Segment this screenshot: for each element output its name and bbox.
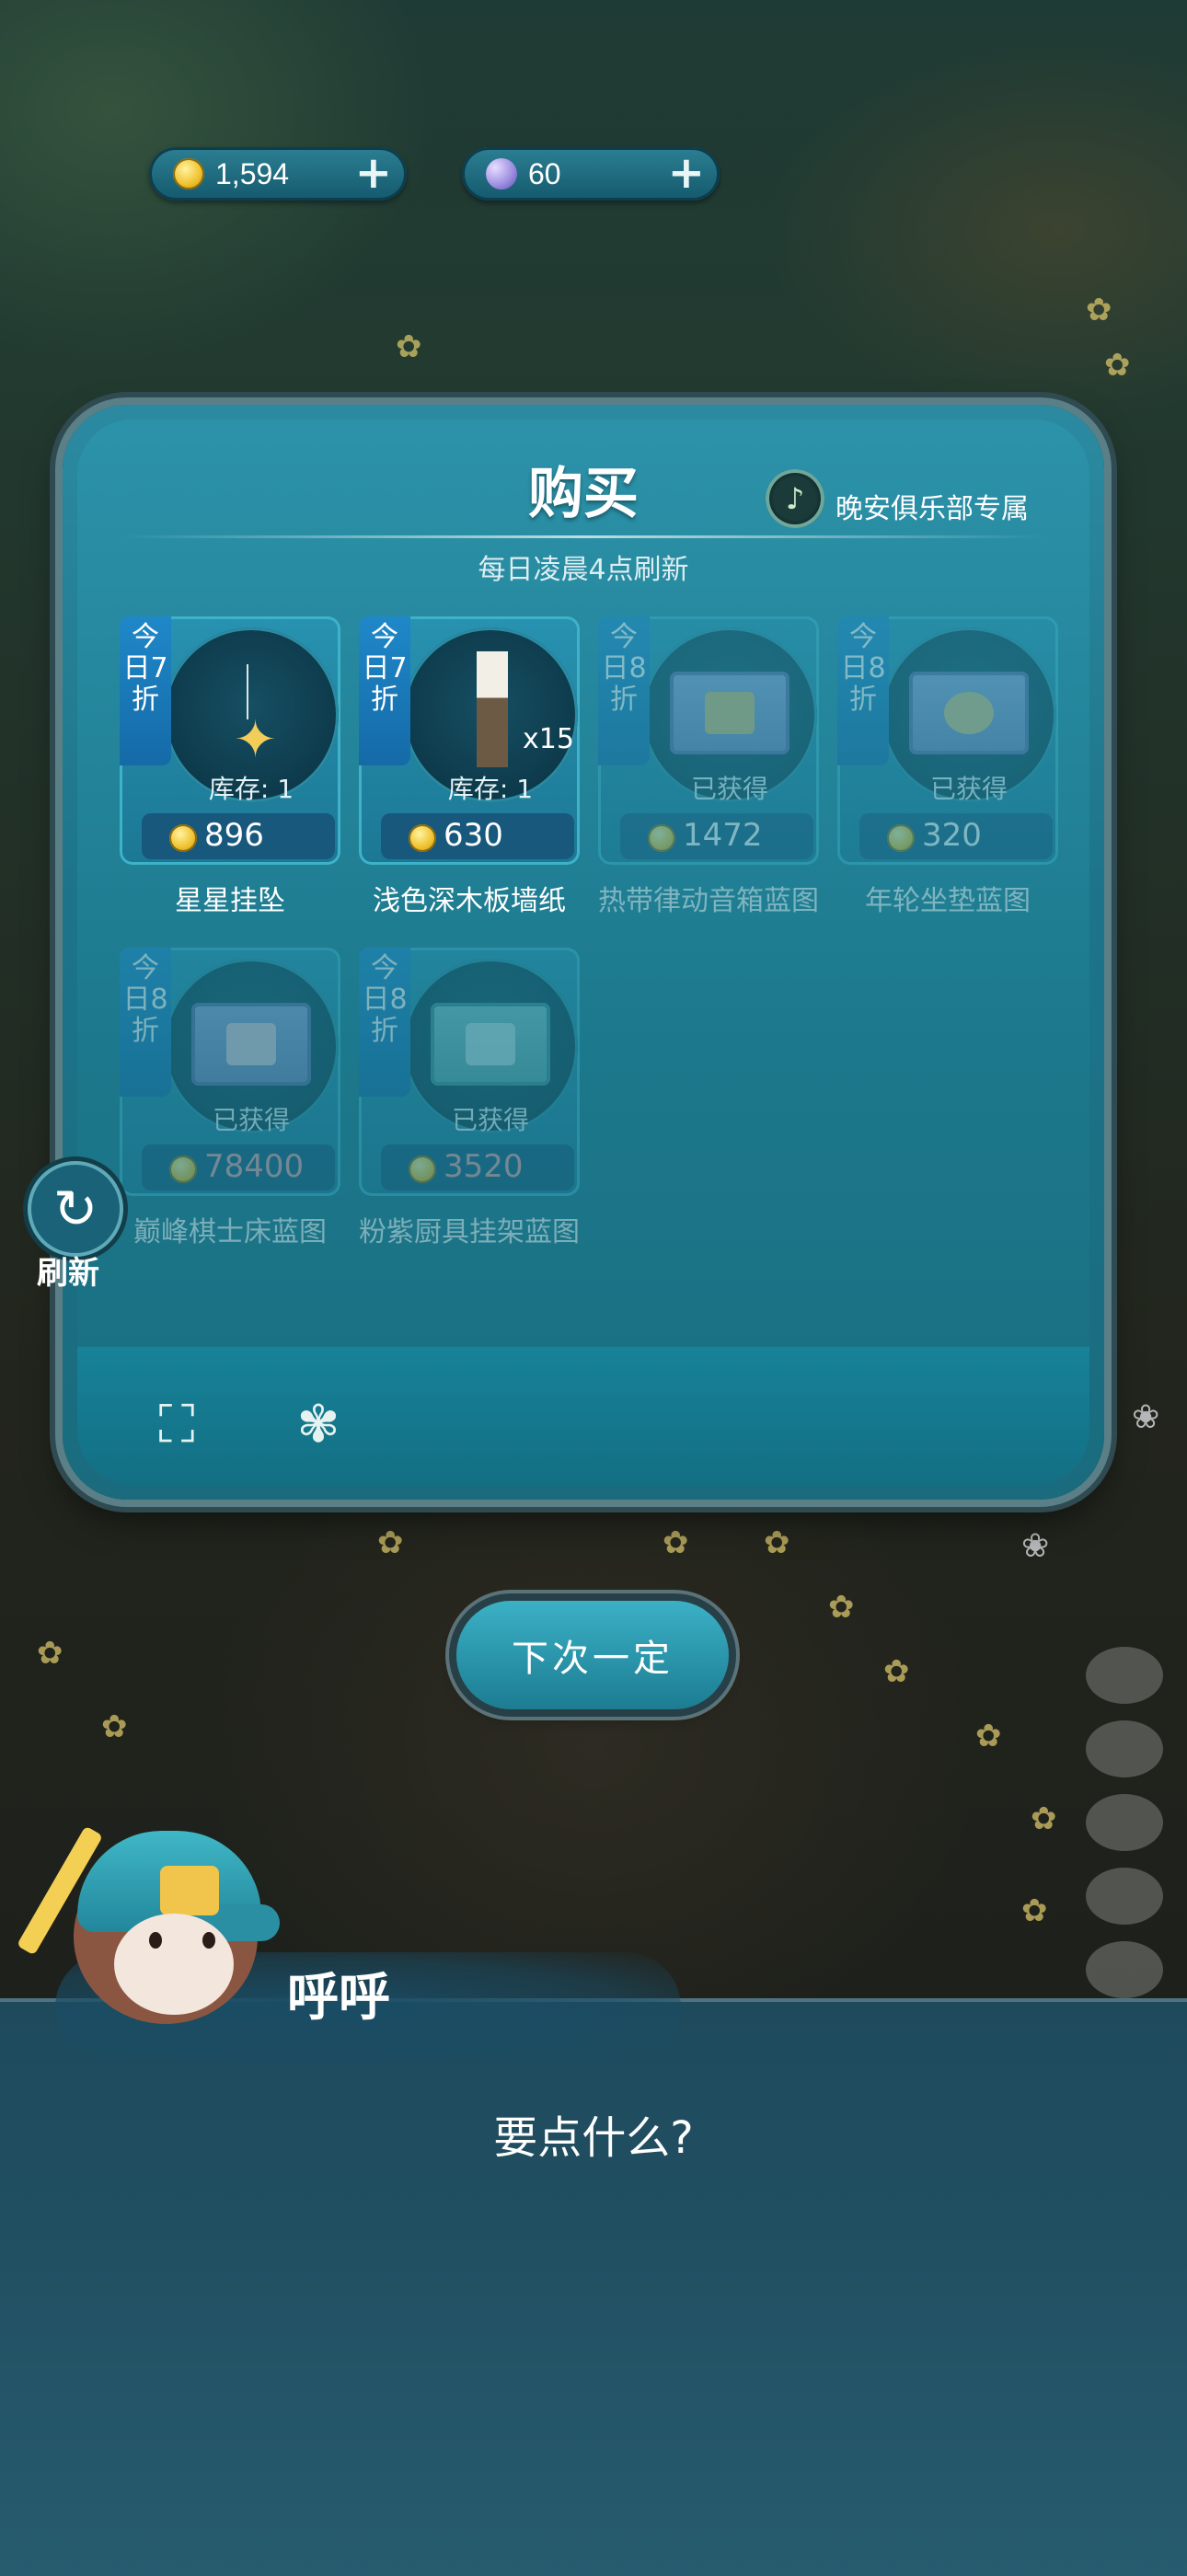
club-exclusive-label[interactable]: 晚安俱乐部专属 [836,486,1029,526]
item-price: 630 [444,817,503,854]
coin-icon [887,824,915,852]
item-price: 1472 [683,817,763,854]
item-stock: 已获得 [690,774,768,804]
coin-icon [409,824,436,852]
add-coins-plus-icon[interactable]: + [355,151,392,195]
stepping-stone [1086,1647,1163,1704]
moon-balance: 60 [528,157,561,190]
bear-avatar [16,1794,280,2033]
moon-balance-pill[interactable]: 60 + [462,147,720,201]
flower-decoration: ✿ [37,1635,63,1672]
flower-decoration: ✿ [396,328,422,365]
flower-decoration: ✿ [1031,1800,1057,1837]
shop-item-card[interactable]: ✦ 今日7折 库存: 1 896 星星挂坠 [120,616,340,917]
discount-tag: 今日8折 [120,948,171,1097]
item-stock: 已获得 [451,1105,529,1135]
item-stock: 已获得 [929,774,1008,804]
stepping-stone [1086,1794,1163,1851]
star-pendant-icon: ✦ [234,710,277,770]
dialog-text: 要点什么? [493,2112,694,2164]
item-name: 热带律动音箱蓝图 [598,885,819,917]
item-name: 星星挂坠 [175,885,285,917]
coin-icon [169,1156,197,1183]
shop-item-card[interactable]: 今日8折 已获得 320 年轮坐垫蓝图 [837,616,1058,917]
stepping-stone [1086,1720,1163,1777]
kitchen-rack-icon [466,1023,515,1065]
item-stock: 库存: 1 [447,774,534,804]
coin-balance: 1,594 [215,157,290,190]
paw-print-decoration: ❀ [1132,1398,1160,1436]
coin-icon [409,1156,436,1183]
item-name: 浅色深木板墙纸 [373,885,566,917]
next-time-label: 下次一定 [512,1638,674,1680]
shop-item-card[interactable]: 今日8折 已获得 1472 热带律动音箱蓝图 [598,616,819,917]
wallpaper-swatch-icon [477,651,508,767]
coin-icon [173,158,204,190]
bed-icon [226,1023,276,1065]
coin-icon [169,824,197,852]
refresh-button[interactable]: ↻ [28,1161,123,1257]
stepping-stone [1086,1941,1163,1998]
flower-decoration: ✿ [1086,292,1112,328]
item-price: 320 [922,817,982,854]
flower-decoration: ✿ [975,1718,1002,1754]
item-price: 78400 [204,1148,305,1185]
discount-tag: 今日8折 [359,948,410,1097]
flower-decoration: ✿ [101,1708,128,1745]
coin-balance-pill[interactable]: 1,594 + [149,147,407,201]
item-name: 年轮坐垫蓝图 [865,885,1031,917]
item-name: 粉紫厨具挂架蓝图 [359,1216,580,1248]
shop-item-card[interactable]: x15 今日7折 库存: 1 630 浅色深木板墙纸 [359,616,580,917]
pendant-string [247,664,248,719]
moon-icon [486,158,517,190]
pin-flower-icon[interactable]: ✾ [282,1391,355,1459]
dialog-box[interactable] [0,1998,1187,2576]
discount-tag: 今日8折 [598,616,650,765]
item-name: 巅峰棋士床蓝图 [133,1216,327,1248]
item-price: 896 [204,817,264,854]
bear-face [114,1914,234,2015]
next-time-button[interactable]: 下次一定 [456,1601,729,1709]
refresh-note: 每日凌晨4点刷新 [478,554,689,586]
bear-eye [149,1932,162,1949]
shop-item-card[interactable]: 今日8折 已获得 3520 粉紫厨具挂架蓝图 [359,948,580,1248]
club-emblem-icon[interactable]: ♪ [766,469,824,528]
discount-tag: 今日7折 [120,616,171,765]
discount-tag: 今日7折 [359,616,410,765]
flower-decoration: ✿ [1104,347,1131,384]
cap-badge-icon [160,1866,219,1915]
title-divider [120,535,1047,538]
item-stock: 已获得 [212,1105,290,1135]
flower-decoration: ✿ [377,1524,404,1561]
flower-decoration: ✿ [1021,1892,1048,1929]
cushion-icon [944,692,994,734]
discount-tag: 今日8折 [837,616,889,765]
item-price: 3520 [444,1148,524,1185]
flower-decoration: ✿ [764,1524,790,1561]
speaker-box-icon [705,692,755,734]
blueprint-map-icon[interactable]: ⛶ [140,1391,213,1459]
item-quantity: x15 [523,723,574,755]
speaker-name: 呼呼 [287,1968,390,2028]
flower-decoration: ✿ [883,1653,910,1690]
refresh-label[interactable]: 刷新 [37,1248,99,1293]
blueprint-scroll-icon [431,1003,550,1086]
blueprint-scroll-icon [909,672,1029,754]
blueprint-scroll-icon [191,1003,311,1086]
paw-print-decoration: ❀ [1021,1527,1050,1565]
add-moons-plus-icon[interactable]: + [668,151,705,195]
coin-icon [648,824,675,852]
shop-panel: 购买 ♪ 晚安俱乐部专属 每日凌晨4点刷新 ✦ 今日7折 库存: 1 896 星… [63,405,1104,1500]
bear-eye [202,1932,215,1949]
item-stock: 库存: 1 [208,774,294,804]
stepping-stone [1086,1868,1163,1925]
panel-footer: ⛶ ✾ [77,1347,1089,1485]
blueprint-scroll-icon [670,672,789,754]
flower-decoration: ✿ [828,1589,855,1626]
flower-decoration: ✿ [663,1524,689,1561]
shop-item-card[interactable]: 今日8折 已获得 78400 巅峰棋士床蓝图 [120,948,340,1248]
